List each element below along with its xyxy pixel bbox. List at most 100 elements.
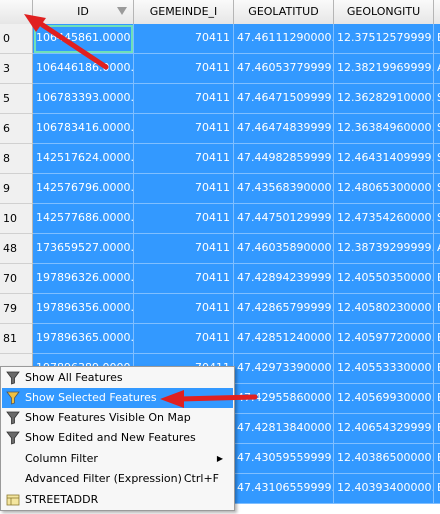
table-row[interactable]: 8 142517624.0000... 70411 47.44982859999...… [0, 144, 440, 174]
table-cell-lon[interactable]: 12.40386500000... [334, 444, 434, 474]
table-cell-lon[interactable]: 12.40580230000... [334, 294, 434, 324]
menu-item-show-all-features[interactable]: Show All Features [2, 368, 233, 388]
table-cell-lon[interactable]: 12.47354260000... [334, 204, 434, 234]
table-cell-gem[interactable]: 70411 [134, 24, 234, 54]
table-cell-lat[interactable]: 47.43106559999... [234, 474, 334, 504]
table-row[interactable]: 6 106783416.0000... 70411 47.46474839999...… [0, 114, 440, 144]
table-cell-id[interactable]: 106445861.0000... [33, 24, 134, 54]
row-header[interactable]: 70 [0, 264, 33, 294]
table-cell-id[interactable]: 197896356.0000... [33, 294, 134, 324]
row-header[interactable]: 48 [0, 234, 33, 264]
row-header[interactable]: 9 [0, 174, 33, 204]
table-cell-lat[interactable]: 47.46111290000... [234, 24, 334, 54]
table-cell-gem[interactable]: 70411 [134, 294, 234, 324]
table-row[interactable]: 9 142576796.0000... 70411 47.43568390000...… [0, 174, 440, 204]
menu-item-streetaddr[interactable]: STREETADDR [2, 490, 233, 510]
column-header-more[interactable] [434, 0, 440, 24]
table-cell-lat[interactable]: 47.46474839999... [234, 114, 334, 144]
row-header[interactable]: 0 [0, 24, 33, 54]
table-cell-gem[interactable]: 70411 [134, 204, 234, 234]
row-header[interactable]: 5 [0, 84, 33, 114]
table-cell-lon[interactable]: 12.40597720000... [334, 324, 434, 354]
table-cell-lon[interactable]: 12.36282910000... [334, 84, 434, 114]
table-row[interactable]: 48 173659527.0000... 70411 47.46035890000..… [0, 234, 440, 264]
table-cell-lon[interactable]: 12.40393400000... [334, 474, 434, 504]
corner-select-all[interactable] [0, 0, 33, 24]
table-cell-lon[interactable]: 12.48065300000... [334, 174, 434, 204]
table-row[interactable]: 0 106445861.0000... 70411 47.46111290000...… [0, 24, 440, 54]
table-cell-gem[interactable]: 70411 [134, 174, 234, 204]
table-cell-id[interactable]: 142576796.0000... [33, 174, 134, 204]
table-cell-lon[interactable]: 12.38739299999... [334, 234, 434, 264]
table-cell-gem[interactable]: 70411 [134, 264, 234, 294]
table-cell-gem[interactable]: 70411 [134, 234, 234, 264]
column-header-gemeinde[interactable]: GEMEINDE_I [134, 0, 234, 24]
menu-item-column-filter[interactable]: Column Filter ▶ [2, 449, 233, 469]
table-cell-lon[interactable]: 12.40550350000... [334, 264, 434, 294]
table-cell-lon[interactable]: 12.46431409999... [334, 144, 434, 174]
table-cell-extra[interactable]: A [434, 234, 440, 264]
table-cell-extra[interactable]: S [434, 204, 440, 234]
table-cell-lat[interactable]: 47.43059559999... [234, 444, 334, 474]
table-cell-id[interactable]: 173659527.0000... [33, 234, 134, 264]
table-row[interactable]: 5 106783393.0000... 70411 47.46471509999...… [0, 84, 440, 114]
row-header[interactable]: 6 [0, 114, 33, 144]
table-cell-id[interactable]: 106783416.0000... [33, 114, 134, 144]
table-cell-lon[interactable]: 12.40654329999... [334, 414, 434, 444]
table-cell-gem[interactable]: 70411 [134, 54, 234, 84]
table-cell-lat[interactable]: 47.43568390000... [234, 174, 334, 204]
table-row[interactable]: 3 106446186.0000... 70411 47.46053779999...… [0, 54, 440, 84]
table-row[interactable]: 81 197896365.0000... 70411 47.42851240000..… [0, 324, 440, 354]
table-cell-id[interactable]: 106446186.0000... [33, 54, 134, 84]
table-cell-lon[interactable]: 12.36384960000... [334, 114, 434, 144]
table-cell-lat[interactable]: 47.42973390000... [234, 354, 334, 384]
table-cell-extra[interactable]: E [434, 444, 440, 474]
row-header[interactable]: 79 [0, 294, 33, 324]
row-header[interactable]: 3 [0, 54, 33, 84]
table-cell-gem[interactable]: 70411 [134, 144, 234, 174]
column-header-geolongitu[interactable]: GEOLONGITU [334, 0, 434, 24]
table-cell-lat[interactable]: 47.44750129999... [234, 204, 334, 234]
row-header[interactable]: 10 [0, 204, 33, 234]
table-cell-id[interactable]: 106783393.0000... [33, 84, 134, 114]
table-cell-extra[interactable]: A [434, 54, 440, 84]
table-cell-extra[interactable]: S [434, 84, 440, 114]
table-cell-lat[interactable]: 47.44982859999... [234, 144, 334, 174]
table-cell-extra[interactable]: E [434, 474, 440, 504]
table-cell-extra[interactable]: S [434, 114, 440, 144]
table-cell-extra[interactable]: E [434, 264, 440, 294]
column-header-id[interactable]: ID [33, 0, 134, 24]
table-cell-lat[interactable]: 47.46053779999... [234, 54, 334, 84]
table-cell-lon[interactable]: 12.38219969999... [334, 54, 434, 84]
table-cell-lon[interactable]: 12.40569930000... [334, 384, 434, 414]
table-cell-gem[interactable]: 70411 [134, 84, 234, 114]
menu-item-show-edited-new-features[interactable]: Show Edited and New Features [2, 428, 233, 448]
menu-item-advanced-filter[interactable]: Advanced Filter (Expression) Ctrl+F [2, 469, 233, 489]
table-cell-lat[interactable]: 47.42955860000... [234, 384, 334, 414]
table-cell-id[interactable]: 197896326.0000... [33, 264, 134, 294]
table-cell-extra[interactable]: S [434, 174, 440, 204]
menu-item-show-selected-features[interactable]: Show Selected Features [2, 388, 233, 408]
table-row[interactable]: 10 142577686.0000... 70411 47.44750129999..… [0, 204, 440, 234]
table-cell-gem[interactable]: 70411 [134, 324, 234, 354]
column-header-geolatitud[interactable]: GEOLATITUD [234, 0, 334, 24]
table-cell-id[interactable]: 142577686.0000... [33, 204, 134, 234]
row-header[interactable]: 81 [0, 324, 33, 354]
table-cell-extra[interactable]: E [434, 324, 440, 354]
table-cell-extra[interactable]: E [434, 354, 440, 384]
table-cell-lat[interactable]: 47.42865799999... [234, 294, 334, 324]
table-row[interactable]: 79 197896356.0000... 70411 47.42865799999..… [0, 294, 440, 324]
table-cell-lat[interactable]: 47.46035890000... [234, 234, 334, 264]
row-header[interactable]: 8 [0, 144, 33, 174]
table-cell-id[interactable]: 197896365.0000... [33, 324, 134, 354]
table-cell-gem[interactable]: 70411 [134, 114, 234, 144]
table-cell-lat[interactable]: 47.42851240000... [234, 324, 334, 354]
table-cell-extra[interactable]: E [434, 384, 440, 414]
table-row[interactable]: 70 197896326.0000... 70411 47.42894239999..… [0, 264, 440, 294]
table-cell-extra[interactable]: E [434, 414, 440, 444]
table-cell-extra[interactable]: E [434, 294, 440, 324]
menu-item-show-features-visible-on-map[interactable]: Show Features Visible On Map [2, 408, 233, 428]
table-cell-id[interactable]: 142517624.0000... [33, 144, 134, 174]
table-cell-lon[interactable]: 12.37512579999... [334, 24, 434, 54]
table-cell-lat[interactable]: 47.42813840000... [234, 414, 334, 444]
